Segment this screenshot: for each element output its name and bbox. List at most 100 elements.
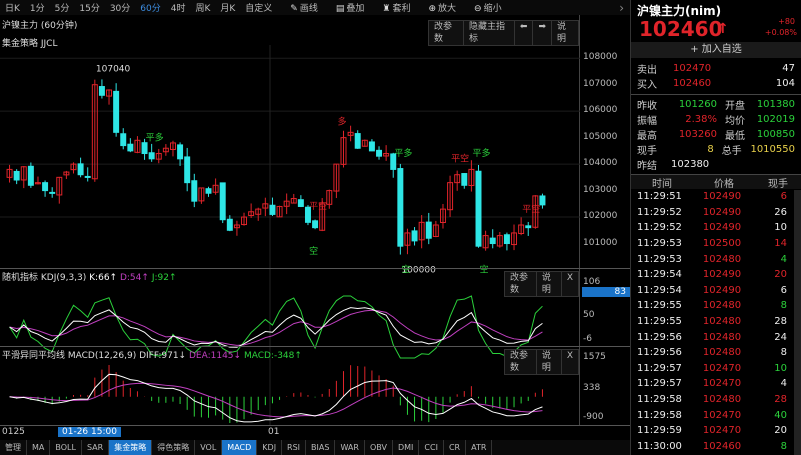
kdj-button-2[interactable]: X xyxy=(560,272,578,296)
candle xyxy=(91,79,98,182)
tool-layers[interactable]: ▤ 叠加 xyxy=(331,1,370,14)
tab-7[interactable]: MACD xyxy=(222,440,258,455)
signal-annotation: 平空 xyxy=(522,203,540,215)
buy-price: 102460 xyxy=(673,78,712,89)
tick-scrollbar[interactable] xyxy=(794,190,801,455)
tab-2[interactable]: BOLL xyxy=(50,440,82,455)
candle xyxy=(475,164,482,248)
tab-8[interactable]: KDJ xyxy=(257,440,283,455)
tab-10[interactable]: BIAS xyxy=(306,440,336,455)
settle-row: 昨结 102380 xyxy=(637,157,795,172)
tab-13[interactable]: DMI xyxy=(393,440,420,455)
kdj-d-line xyxy=(9,309,543,346)
tick-volume: 6 xyxy=(780,191,787,203)
stat-cell: 现手 xyxy=(637,146,657,157)
tick-row: 11:29:53 102480 4 xyxy=(631,251,791,267)
stat-cell: 总手 xyxy=(721,146,742,157)
tab-11[interactable]: WAR xyxy=(335,440,365,455)
stat-cell: 8 xyxy=(707,144,714,155)
candle xyxy=(439,203,446,229)
sell-price: 102470 xyxy=(673,63,712,74)
tab-12[interactable]: OBV xyxy=(365,440,393,455)
signal-annotation: 平空 xyxy=(309,200,327,212)
period-3[interactable]: 15分 xyxy=(74,1,104,14)
header-price: 价格 xyxy=(714,178,734,190)
period-5[interactable]: 60分 xyxy=(135,1,165,14)
tick-volume: 28 xyxy=(774,394,787,406)
signal-annotation: 多 xyxy=(338,115,347,127)
period-1[interactable]: 1分 xyxy=(25,1,50,14)
period-4[interactable]: 30分 xyxy=(105,1,135,14)
period-2[interactable]: 5分 xyxy=(50,1,75,14)
candle xyxy=(177,142,184,166)
tool-zoom-out[interactable]: ⊖ 缩小 xyxy=(469,1,507,14)
macd-diff: DIFF:971↓ xyxy=(139,351,187,361)
tick-time: 11:29:51 xyxy=(637,191,682,203)
candle xyxy=(511,224,518,251)
chevron-right-icon[interactable]: › xyxy=(613,1,630,15)
candle xyxy=(198,187,205,204)
stats-row: 振幅 2.38% 均价 102019 xyxy=(637,112,795,127)
candle xyxy=(269,197,276,216)
period-6[interactable]: 4时 xyxy=(166,1,191,14)
candle xyxy=(539,193,546,209)
candle xyxy=(383,145,390,161)
tab-9[interactable]: RSI xyxy=(282,440,307,455)
period-9[interactable]: 自定义 xyxy=(240,1,277,14)
date-left: 0125 xyxy=(2,427,25,437)
period-0[interactable]: 日K xyxy=(0,1,25,14)
tab-4[interactable]: 集金策略 xyxy=(109,440,153,455)
buy-label: 买入 xyxy=(637,80,657,91)
candle xyxy=(184,147,191,192)
tab-1[interactable]: MA xyxy=(27,440,51,455)
tab-3[interactable]: SAR xyxy=(82,440,110,455)
tab-6[interactable]: VOL xyxy=(195,440,223,455)
tab-5[interactable]: 得色策略 xyxy=(152,440,196,455)
price-tick: 106000 xyxy=(583,105,618,116)
tab-14[interactable]: CCI xyxy=(419,440,444,455)
stat-cell: 100850 xyxy=(756,129,795,140)
period-8[interactable]: 月K xyxy=(215,1,240,14)
tool-bag[interactable]: ♜ 套利 xyxy=(377,1,415,14)
candle xyxy=(205,186,212,197)
macd-button-2[interactable]: X xyxy=(560,350,578,374)
macd-button-0[interactable]: 改参数 xyxy=(505,350,536,374)
kdj-button-1[interactable]: 说明 xyxy=(535,272,561,296)
stat-cell: 最高 xyxy=(637,131,657,142)
candle xyxy=(34,176,41,185)
add-watchlist-button[interactable]: + 加入自选 xyxy=(631,42,801,58)
candle xyxy=(70,162,77,174)
tick-volume: 6 xyxy=(780,284,787,296)
tool-label: 缩小 xyxy=(483,4,502,14)
candle xyxy=(518,217,525,236)
stat-cell: 1010550 xyxy=(750,144,795,155)
chart-area[interactable]: 沪镍主力 (60分钟) 改参数 隐藏主指标 ⬅ ➡ 说明 集金策略 JJCL 10704… xyxy=(0,15,580,425)
tick-price: 102490 xyxy=(702,269,742,281)
signal-annotation: 平多 xyxy=(473,147,491,159)
tool-label: 套利 xyxy=(392,4,411,14)
tick-row: 11:30:00 102460 8 xyxy=(631,439,791,455)
tick-price: 102490 xyxy=(702,222,742,234)
bag-icon: ♜ xyxy=(382,4,391,14)
tab-0[interactable]: 管理 xyxy=(0,440,27,455)
stat-cell: 最低 xyxy=(725,131,745,142)
candle xyxy=(191,173,198,208)
candle xyxy=(56,176,63,204)
kdj-buttons: 改参数 说明 X xyxy=(504,271,579,297)
tab-16[interactable]: ATR xyxy=(466,440,493,455)
period-7[interactable]: 周K xyxy=(190,1,215,14)
tool-zoom-in[interactable]: ⊕ 放大 xyxy=(423,1,461,14)
tick-volume: 40 xyxy=(774,409,787,421)
tab-15[interactable]: CR xyxy=(444,440,467,455)
candle xyxy=(347,125,354,142)
macd-diff-line xyxy=(9,373,543,423)
date-cursor: 01-26 15:00 xyxy=(58,427,121,437)
zoom-out-icon: ⊖ xyxy=(474,4,482,14)
signal-annotation: 空 xyxy=(480,264,489,276)
macd-button-1[interactable]: 说明 xyxy=(535,350,561,374)
price-chart[interactable]: 107040100000平多空平空多平多空平空平多空平空 xyxy=(0,15,580,425)
tool-pen[interactable]: ✎ 画线 xyxy=(285,1,323,14)
macd-title: 平滑异同平均线 MACD(12,26,9) xyxy=(2,351,137,361)
kdj-button-0[interactable]: 改参数 xyxy=(505,272,536,296)
candle xyxy=(98,79,105,99)
